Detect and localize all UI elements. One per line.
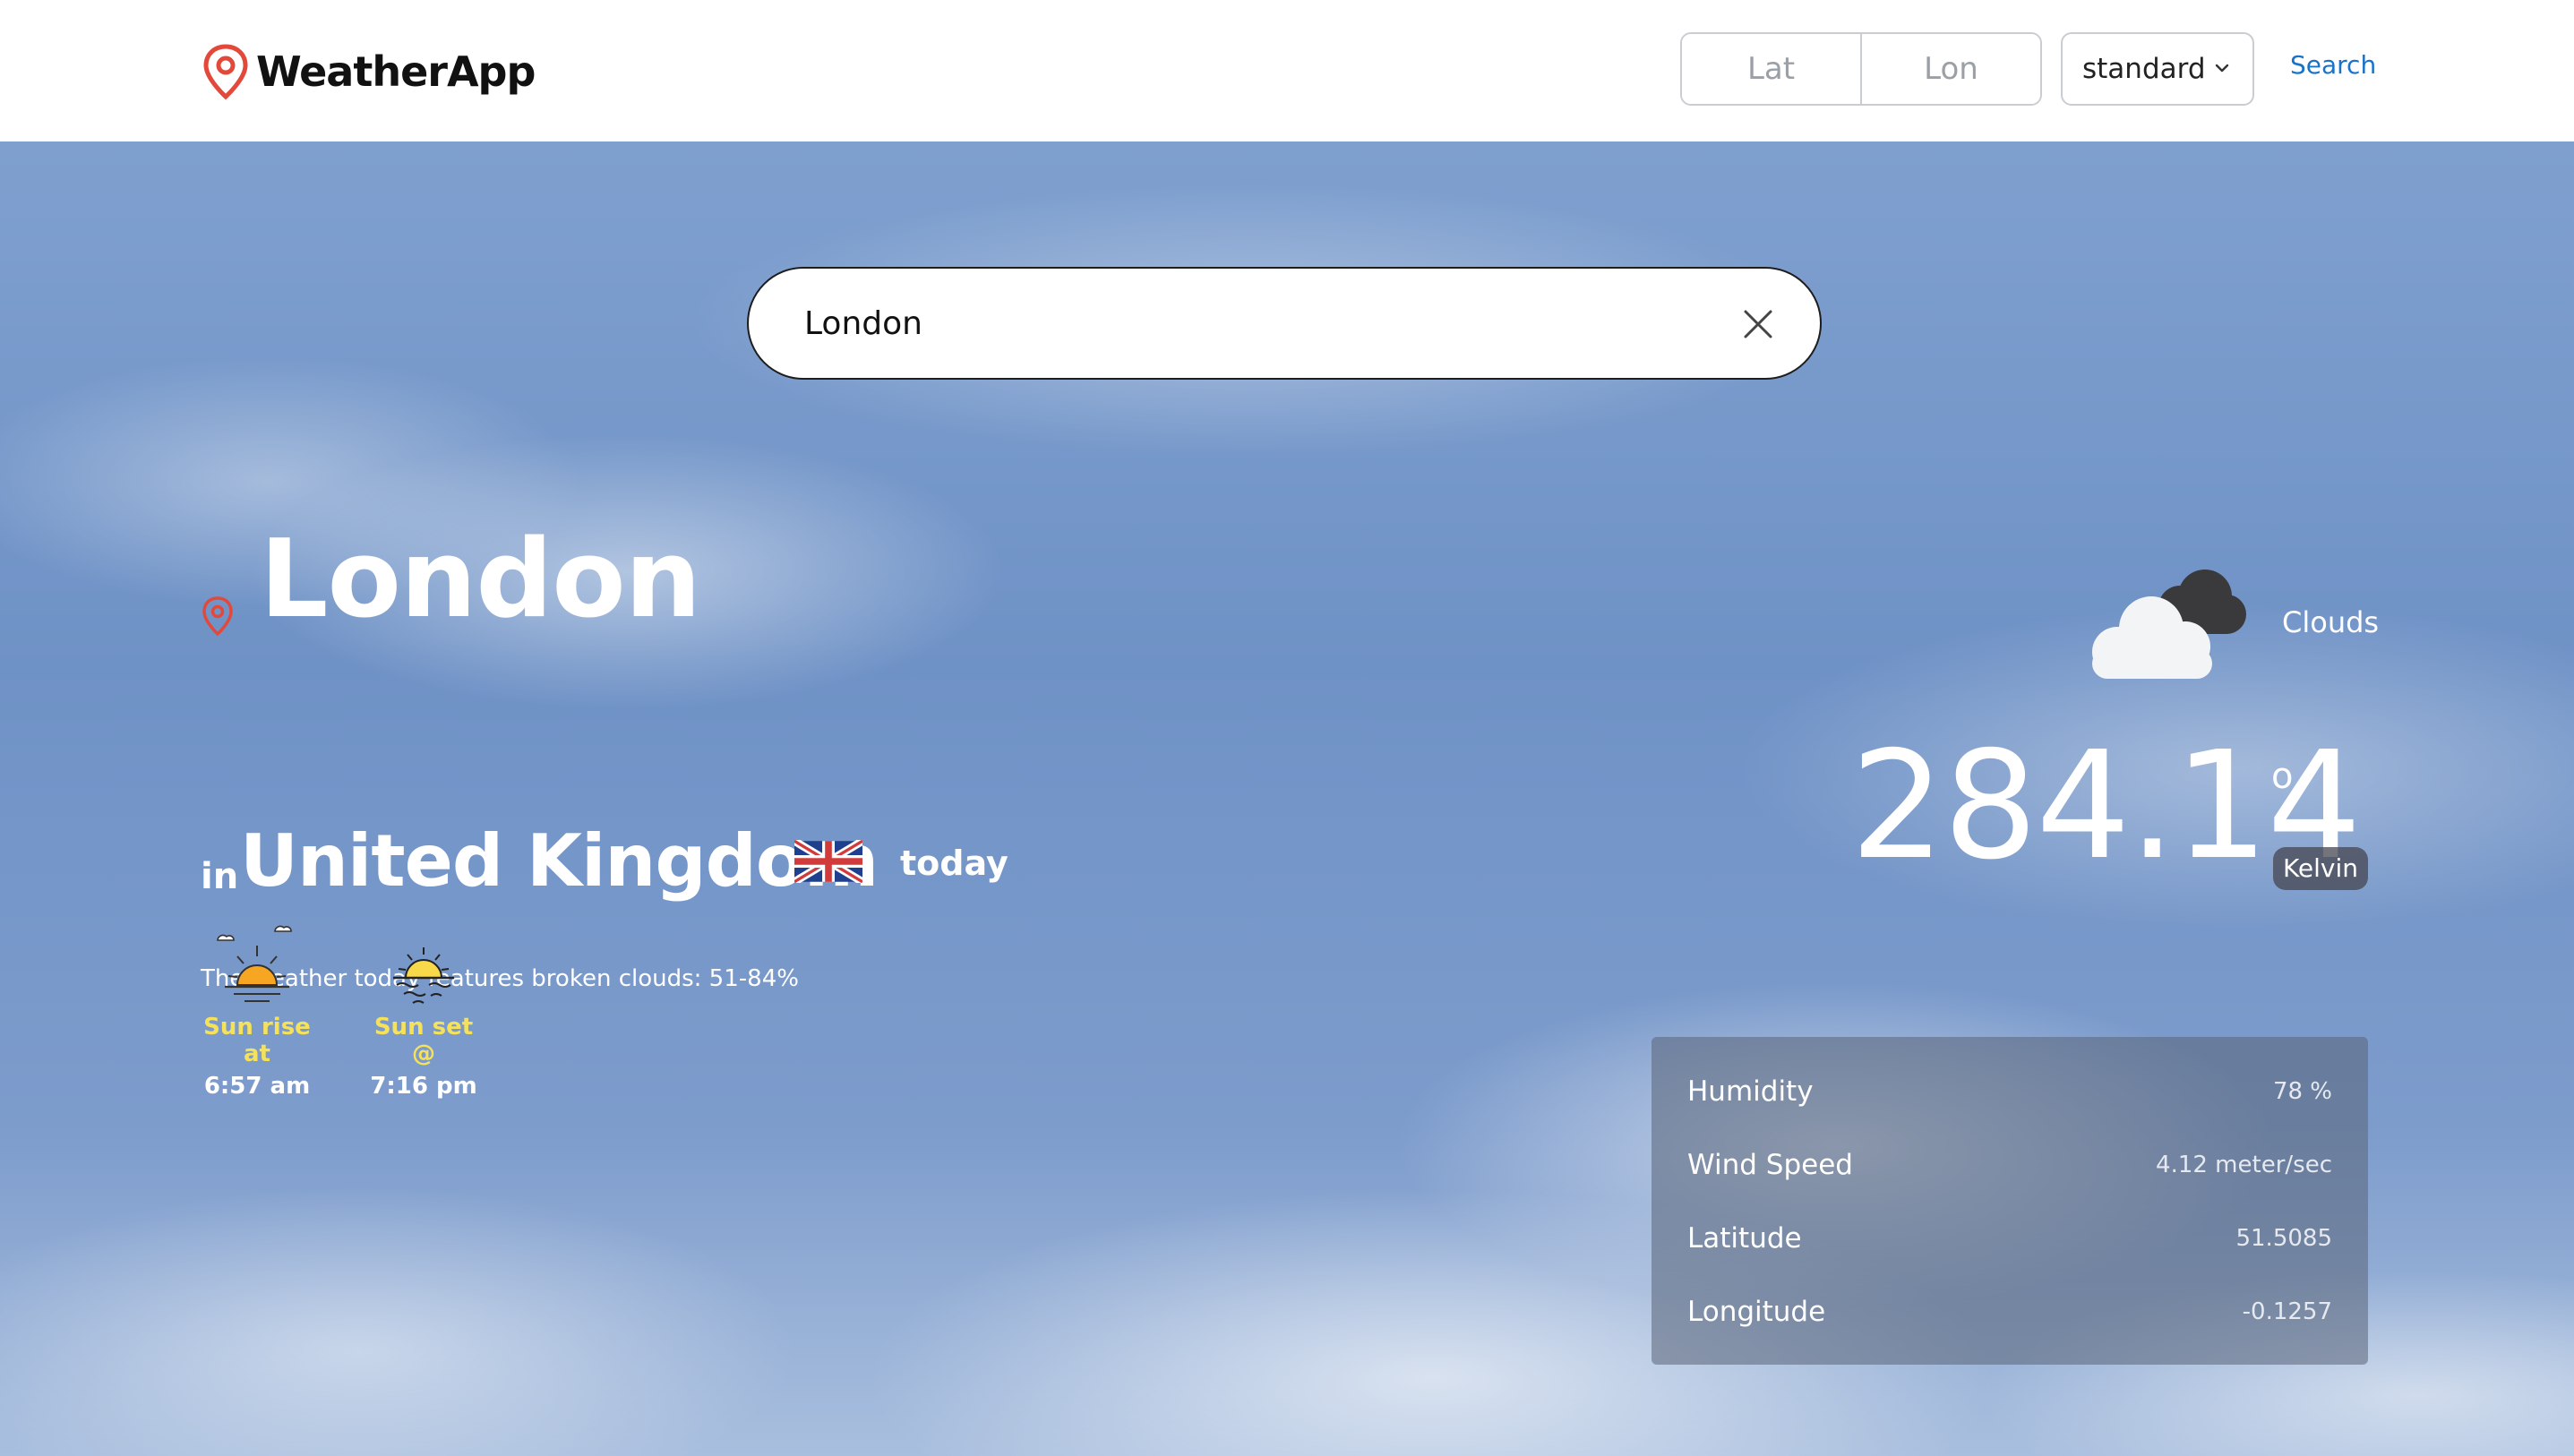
detail-label: Longitude bbox=[1687, 1296, 1826, 1328]
detail-value: 78 % bbox=[2272, 1078, 2332, 1105]
longitude-input[interactable] bbox=[1862, 34, 2040, 104]
map-pin-icon bbox=[203, 44, 248, 100]
close-icon[interactable] bbox=[1741, 307, 1775, 341]
city-search-bar bbox=[747, 267, 1822, 380]
city-search-input[interactable] bbox=[802, 304, 1702, 343]
sunset-block: Sun set @ 7:16 pm bbox=[365, 921, 482, 1100]
in-label: in bbox=[201, 856, 239, 897]
navbar: WeatherApp standard Search bbox=[0, 0, 2574, 141]
sunrise-icon bbox=[217, 925, 292, 1002]
sunrise-time: 6:57 am bbox=[203, 1073, 311, 1100]
detail-row-wind-speed: Wind Speed 4.12 meter/sec bbox=[1687, 1128, 2332, 1202]
detail-value: -0.1257 bbox=[2242, 1298, 2332, 1325]
sunset-time: 7:16 pm bbox=[370, 1073, 477, 1100]
sunset-label: Sun set @ bbox=[373, 1014, 474, 1067]
unit-select-value: standard bbox=[2082, 53, 2206, 85]
today-label: today bbox=[900, 844, 1008, 883]
detail-row-humidity: Humidity 78 % bbox=[1687, 1055, 2332, 1128]
search-button[interactable]: Search bbox=[2290, 50, 2376, 80]
unit-select[interactable]: standard bbox=[2061, 32, 2254, 106]
brand-name: WeatherApp bbox=[256, 47, 536, 96]
detail-value: 4.12 meter/sec bbox=[2156, 1152, 2332, 1178]
sunset-icon bbox=[393, 947, 454, 1004]
weather-condition: Clouds bbox=[2282, 605, 2380, 639]
coordinate-inputs bbox=[1680, 32, 2042, 106]
uk-flag-icon bbox=[794, 840, 862, 883]
detail-label: Wind Speed bbox=[1687, 1149, 1853, 1181]
brand[interactable]: WeatherApp bbox=[201, 39, 536, 104]
temperature-unit-badge: Kelvin bbox=[2273, 847, 2368, 890]
chevron-down-icon bbox=[2215, 64, 2229, 73]
cloud-icon bbox=[2092, 570, 2246, 679]
detail-label: Latitude bbox=[1687, 1222, 1802, 1255]
degree-symbol: o bbox=[2271, 756, 2294, 797]
country-name: United Kingdom bbox=[240, 819, 879, 903]
latitude-input[interactable] bbox=[1682, 34, 1860, 104]
sunrise-block: Sun rise at 6:57 am bbox=[199, 921, 315, 1100]
detail-row-latitude: Latitude 51.5085 bbox=[1687, 1202, 2332, 1275]
detail-value: 51.5085 bbox=[2235, 1225, 2332, 1252]
weather-hero: London in United Kingdom today The weath… bbox=[0, 141, 2574, 1456]
weather-details-panel: Humidity 78 % Wind Speed 4.12 meter/sec … bbox=[1652, 1037, 2368, 1365]
detail-label: Humidity bbox=[1687, 1075, 1814, 1108]
map-pin-icon bbox=[202, 596, 233, 637]
detail-row-longitude: Longitude -0.1257 bbox=[1687, 1275, 2332, 1349]
sunrise-label: Sun rise at bbox=[203, 1014, 311, 1067]
city-name: London bbox=[260, 518, 701, 642]
